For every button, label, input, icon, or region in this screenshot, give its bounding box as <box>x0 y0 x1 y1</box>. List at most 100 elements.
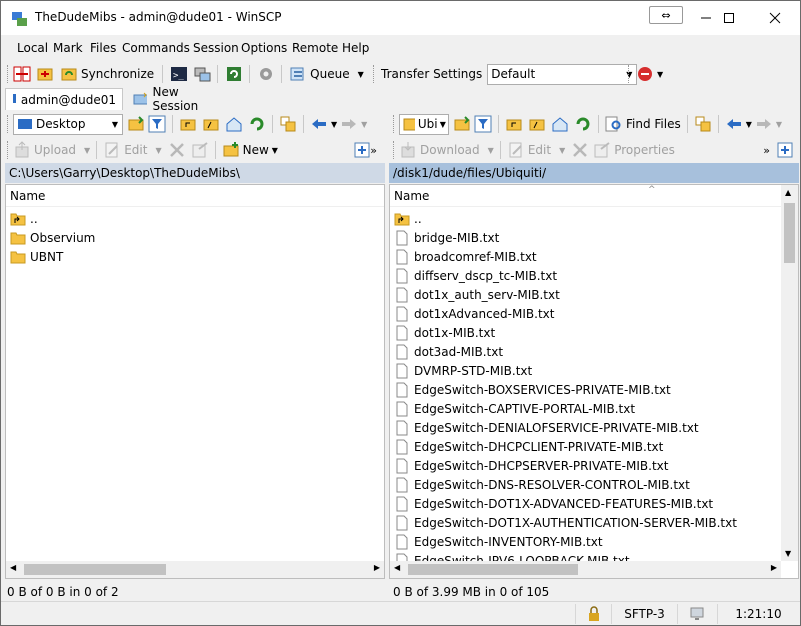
transfer-settings-select[interactable]: Default ▼ <box>487 63 638 85</box>
chevron-down-icon[interactable]: ▼ <box>331 120 337 129</box>
open-folder-icon[interactable] <box>127 115 145 133</box>
right-file-row[interactable]: EdgeSwitch-DHCPSERVER-PRIVATE-MIB.txt <box>394 456 668 475</box>
scroll-right-arrow-icon[interactable]: ▶ <box>771 563 777 572</box>
more-chevron-icon[interactable]: » <box>370 144 377 157</box>
more-chevron-icon[interactable]: » <box>763 144 770 157</box>
left-scroll-thumb[interactable] <box>24 564 166 575</box>
right-file-row[interactable]: .. <box>394 209 422 228</box>
right-file-row[interactable]: broadcomref-MIB.txt <box>394 247 537 266</box>
right-file-row[interactable]: dot1xAdvanced-MIB.txt <box>394 304 554 323</box>
right-file-row[interactable]: EdgeSwitch-DOT1X-ADVANCED-FEATURES-MIB.t… <box>394 494 713 513</box>
right-file-row[interactable]: EdgeSwitch-DOT1X-AUTHENTICATION-SERVER-M… <box>394 513 737 532</box>
properties-icon[interactable] <box>191 141 209 159</box>
tab-admin-dude01[interactable]: admin@dude01 <box>5 88 123 110</box>
root-directory-icon[interactable] <box>202 115 220 133</box>
console-icon[interactable]: >_ <box>170 65 188 83</box>
menu-files[interactable]: Files <box>90 41 116 55</box>
right-file-row[interactable]: EdgeSwitch-DNS-RESOLVER-CONTROL-MIB.txt <box>394 475 690 494</box>
right-vertical-scrollbar[interactable]: ▲ ▼ <box>781 185 798 561</box>
maximize-button[interactable] <box>706 1 752 35</box>
home-icon[interactable] <box>551 115 569 133</box>
close-button[interactable] <box>752 1 798 35</box>
delete-icon[interactable] <box>168 141 186 159</box>
back-arrow-icon[interactable] <box>310 115 328 133</box>
find-files-button[interactable]: Find Files <box>605 115 681 133</box>
right-horizontal-scrollbar[interactable]: ◀ ▶ <box>390 561 781 578</box>
forward-arrow-icon[interactable] <box>340 115 358 133</box>
left-file-row[interactable]: UBNT <box>10 247 63 266</box>
queue-button[interactable]: Queue ▼ <box>289 65 364 83</box>
right-file-row[interactable]: EdgeSwitch-INVENTORY-MIB.txt <box>394 532 603 551</box>
new-button[interactable]: New ▼ <box>222 141 278 159</box>
right-file-row[interactable]: EdgeSwitch-BOXSERVICES-PRIVATE-MIB.txt <box>394 380 671 399</box>
menu-commands[interactable]: Commands <box>122 41 190 55</box>
new-plus-icon[interactable] <box>776 141 794 159</box>
delete-icon[interactable] <box>571 141 589 159</box>
menu-local[interactable]: Local <box>17 41 48 55</box>
right-vscroll-thumb[interactable] <box>784 203 795 263</box>
upload-button[interactable]: Upload ▼ <box>13 141 90 159</box>
parent-directory-icon[interactable] <box>179 115 197 133</box>
open-folder-icon[interactable] <box>453 115 471 133</box>
close-icon <box>769 12 781 24</box>
menu-help[interactable]: Help <box>342 41 369 55</box>
root-directory-icon[interactable] <box>528 115 546 133</box>
download-button[interactable]: Download ▼ <box>399 141 494 159</box>
scroll-right-arrow-icon[interactable]: ▶ <box>374 563 380 572</box>
back-arrow-icon[interactable] <box>725 115 743 133</box>
right-file-row[interactable]: diffserv_dscp_tc-MIB.txt <box>394 266 557 285</box>
right-path-bar[interactable]: /disk1/dude/files/Ubiquiti/ <box>389 163 799 183</box>
right-scroll-thumb[interactable] <box>408 564 578 575</box>
right-file-row[interactable]: DVMRP-STD-MIB.txt <box>394 361 532 380</box>
edit-button[interactable]: Edit ▼ <box>507 141 565 159</box>
putty-icon[interactable] <box>193 65 211 83</box>
bookmarks-icon[interactable] <box>694 115 712 133</box>
right-file-row[interactable]: EdgeSwitch-CAPTIVE-PORTAL-MIB.txt <box>394 399 635 418</box>
right-name-header[interactable]: Name ^ <box>390 185 798 207</box>
menu-remote[interactable]: Remote <box>292 41 338 55</box>
transfer-preset-icon[interactable] <box>636 65 654 83</box>
synchronize-button[interactable]: Synchronize <box>60 65 154 83</box>
tab-new-session[interactable]: New Session <box>127 85 227 113</box>
filter-icon[interactable] <box>148 115 166 133</box>
right-file-row[interactable]: EdgeSwitch-DHCPCLIENT-PRIVATE-MIB.txt <box>394 437 663 456</box>
right-file-row[interactable]: dot1x-MIB.txt <box>394 323 495 342</box>
forward-arrow-icon[interactable] <box>755 115 773 133</box>
chevron-down-icon[interactable]: ▼ <box>776 120 782 129</box>
restore-arrows-icon[interactable]: ⇔ <box>649 6 683 24</box>
left-file-row[interactable]: .. <box>10 209 38 228</box>
menu-options[interactable]: Options <box>241 41 287 55</box>
left-file-row[interactable]: Observium <box>10 228 95 247</box>
left-drive-select[interactable]: Desktop ▼ <box>13 113 123 135</box>
chevron-down-icon[interactable]: ▼ <box>657 70 663 79</box>
left-path-bar[interactable]: C:\Users\Garry\Desktop\TheDudeMibs\ <box>5 163 385 183</box>
left-horizontal-scrollbar[interactable]: ◀ ▶ <box>6 561 384 578</box>
refresh-remote-icon[interactable] <box>225 65 243 83</box>
right-drive-select[interactable]: Ubi ▼ <box>399 113 449 135</box>
right-file-row[interactable]: bridge-MIB.txt <box>394 228 499 247</box>
refresh-icon[interactable] <box>574 115 592 133</box>
parent-directory-icon[interactable] <box>505 115 523 133</box>
scroll-down-arrow-icon[interactable]: ▼ <box>785 549 791 558</box>
refresh-icon[interactable] <box>248 115 266 133</box>
menu-session[interactable]: Session <box>193 41 239 55</box>
menu-mark[interactable]: Mark <box>53 41 83 55</box>
bookmarks-icon[interactable] <box>279 115 297 133</box>
properties-button[interactable]: Properties <box>593 141 675 159</box>
right-file-row[interactable]: dot3ad-MIB.txt <box>394 342 503 361</box>
right-file-row[interactable]: EdgeSwitch-DENIALOFSERVICE-PRIVATE-MIB.t… <box>394 418 699 437</box>
scroll-up-arrow-icon[interactable]: ▲ <box>785 188 791 197</box>
filter-icon[interactable] <box>474 115 492 133</box>
left-name-header[interactable]: Name <box>6 185 384 207</box>
home-icon[interactable] <box>225 115 243 133</box>
compare-directories-icon[interactable] <box>13 65 31 83</box>
chevron-down-icon[interactable]: ▼ <box>746 120 752 129</box>
new-plus-icon[interactable] <box>353 141 371 159</box>
gear-icon[interactable] <box>257 65 275 83</box>
right-file-row[interactable]: dot1x_auth_serv-MIB.txt <box>394 285 560 304</box>
synchronize-browsing-icon[interactable] <box>36 65 54 83</box>
scroll-left-arrow-icon[interactable]: ◀ <box>10 563 16 572</box>
edit-button[interactable]: Edit ▼ <box>103 141 162 159</box>
chevron-down-icon[interactable]: ▼ <box>361 120 367 129</box>
scroll-left-arrow-icon[interactable]: ◀ <box>394 563 400 572</box>
